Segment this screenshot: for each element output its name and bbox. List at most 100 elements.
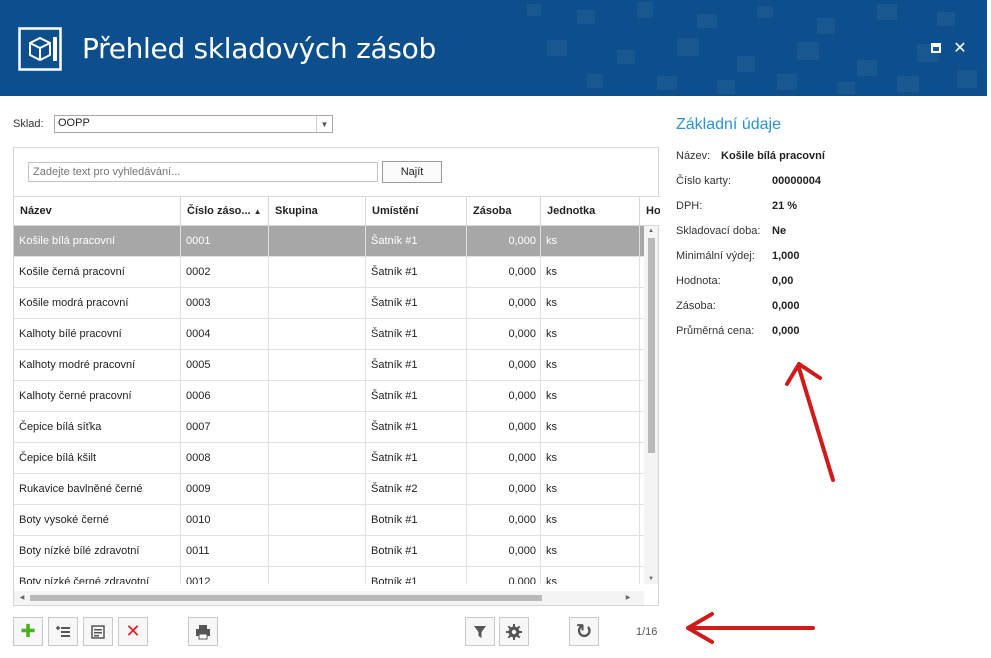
search-input[interactable] (28, 162, 378, 182)
delete-icon: ✕ (125, 621, 141, 641)
cell-cislo: 0010 (181, 505, 269, 536)
cell-skupina (269, 536, 366, 567)
cell-jednotka: ks (541, 350, 640, 381)
table-row[interactable]: Kalhoty černé pracovní 0006 Šatník #1 0,000… (14, 381, 644, 412)
search-button[interactable]: Najít (382, 161, 442, 183)
settings-button[interactable] (499, 617, 529, 646)
cell-zasoba: 0,000 (467, 319, 541, 350)
detail-value: 0,00 (772, 275, 794, 287)
cell-zasoba: 0,000 (467, 226, 541, 257)
cell-cislo: 0004 (181, 319, 269, 350)
sklad-select[interactable]: OOPP ▼ (54, 115, 333, 133)
table-row[interactable]: Boty nízké bílé zdravotní 0011 Botník #1 0,… (14, 536, 644, 567)
cell-zasoba: 0,000 (467, 474, 541, 505)
add-icon: ✚ (20, 621, 36, 641)
cell-umisteni: Botník #1 (366, 505, 467, 536)
detail-label-nazev: Název: (676, 150, 711, 162)
table-row[interactable]: Boty vysoké černé 0010 Botník #1 0,000 ks (14, 505, 644, 536)
cell-nazev: Kalhoty bílé pracovní (14, 319, 181, 350)
annotation-arrow-details (785, 362, 835, 482)
horizontal-scroll-thumb[interactable] (30, 595, 542, 601)
cell-zasoba: 0,000 (467, 443, 541, 474)
detail-label: Číslo karty: (676, 175, 732, 187)
cell-zasoba: 0,000 (467, 412, 541, 443)
cell-cislo: 0011 (181, 536, 269, 567)
cell-umisteni: Botník #1 (366, 536, 467, 567)
scroll-right-icon[interactable]: ▶ (622, 591, 634, 605)
cell-jednotka: ks (541, 226, 640, 257)
table-row[interactable]: Čepice bílá kšilt 0008 Šatník #1 0,000 ks (14, 443, 644, 474)
detail-value: 0,000 (772, 300, 800, 312)
cell-zasoba: 0,000 (467, 567, 541, 584)
cell-skupina (269, 288, 366, 319)
delete-button[interactable]: ✕ (118, 617, 148, 646)
maximize-button[interactable] (928, 40, 944, 56)
column-header-nazev[interactable]: Název (14, 197, 181, 225)
cell-zasoba: 0,000 (467, 288, 541, 319)
cell-jednotka: ks (541, 505, 640, 536)
cell-skupina (269, 381, 366, 412)
window-header: Přehled skladových zásob ✕ (0, 0, 987, 96)
column-header-cislo[interactable]: Číslo záso... ▲ (181, 197, 269, 225)
cell-nazev: Košile černá pracovní (14, 257, 181, 288)
cell-umisteni: Šatník #1 (366, 288, 467, 319)
detail-value: 00000004 (772, 175, 821, 187)
table-row[interactable]: Čepice bílá síťka 0007 Šatník #1 0,000 ks (14, 412, 644, 443)
details-title: Základní údaje (676, 116, 781, 133)
stock-grid-panel: Najít Název Číslo záso...▲ Skupina Umíst… (13, 147, 660, 606)
cell-umisteni: Šatník #1 (366, 350, 467, 381)
scroll-left-icon[interactable]: ◀ (16, 591, 28, 605)
vertical-scrollbar[interactable]: ▲ ▼ (644, 226, 658, 584)
cell-umisteni: Šatník #1 (366, 412, 467, 443)
detail-value: 1,000 (772, 250, 800, 262)
detail-label: Skladovací doba: (676, 225, 761, 237)
cell-skupina (269, 350, 366, 381)
chevron-down-icon[interactable]: ▼ (316, 116, 332, 132)
edit-button[interactable] (83, 617, 113, 646)
filter-button[interactable] (465, 617, 495, 646)
add-button[interactable]: ✚ (13, 617, 43, 646)
detail-label: DPH: (676, 200, 703, 212)
table-row[interactable]: Košile černá pracovní 0002 Šatník #1 0,000 k… (14, 257, 644, 288)
detail-label: Zásoba: (676, 300, 716, 312)
table-row[interactable]: Boty nízké černé zdravotní 0012 Botník #1 0… (14, 567, 644, 584)
grid-body: Košile bílá pracovní 0001 Šatník #1 0,000 ks… (14, 226, 644, 584)
maximize-icon (931, 43, 941, 53)
header-decoration-pattern (527, 2, 977, 94)
column-header-zasoba[interactable]: Zásoba (467, 197, 541, 225)
table-row[interactable]: Rukavice bavlněné černé 0009 Šatník #2 0,00… (14, 474, 644, 505)
vertical-scroll-thumb[interactable] (648, 238, 655, 453)
horizontal-scrollbar[interactable]: ◀ ▶ (14, 591, 644, 605)
sklad-select-value: OOPP (58, 117, 90, 129)
close-button[interactable]: ✕ (952, 40, 968, 57)
scroll-up-icon[interactable]: ▲ (644, 226, 658, 236)
cell-nazev: Boty vysoké černé (14, 505, 181, 536)
add-sub-item-button[interactable] (48, 617, 78, 646)
cell-jednotka: ks (541, 319, 640, 350)
cell-jednotka: ks (541, 288, 640, 319)
cell-umisteni: Botník #1 (366, 567, 467, 584)
cell-nazev: Boty nízké bílé zdravotní (14, 536, 181, 567)
column-header-skupina[interactable]: Skupina (269, 197, 366, 225)
cell-jednotka: ks (541, 567, 640, 584)
table-row[interactable]: Košile bílá pracovní 0001 Šatník #1 0,000 ks (14, 226, 644, 257)
table-row[interactable]: Kalhoty modré pracovní 0005 Šatník #1 0,000… (14, 350, 644, 381)
cell-cislo: 0005 (181, 350, 269, 381)
cell-skupina (269, 443, 366, 474)
cell-jednotka: ks (541, 536, 640, 567)
print-button[interactable] (188, 617, 218, 646)
cell-cislo: 0009 (181, 474, 269, 505)
column-header-hodnota[interactable]: Ho (640, 197, 660, 225)
column-header-umisteni[interactable]: Umístění (366, 197, 467, 225)
cell-skupina (269, 474, 366, 505)
scroll-down-icon[interactable]: ▼ (644, 574, 658, 584)
table-row[interactable]: Kalhoty bílé pracovní 0004 Šatník #1 0,000 k… (14, 319, 644, 350)
detail-label: Průměrná cena: (676, 325, 755, 337)
refresh-button[interactable]: ↻ (569, 617, 599, 646)
cell-umisteni: Šatník #1 (366, 443, 467, 474)
cell-skupina (269, 412, 366, 443)
window-title: Přehled skladových zásob (82, 32, 436, 65)
cell-cislo: 0006 (181, 381, 269, 412)
table-row[interactable]: Košile modrá pracovní 0003 Šatník #1 0,000 k… (14, 288, 644, 319)
column-header-jednotka[interactable]: Jednotka (541, 197, 640, 225)
